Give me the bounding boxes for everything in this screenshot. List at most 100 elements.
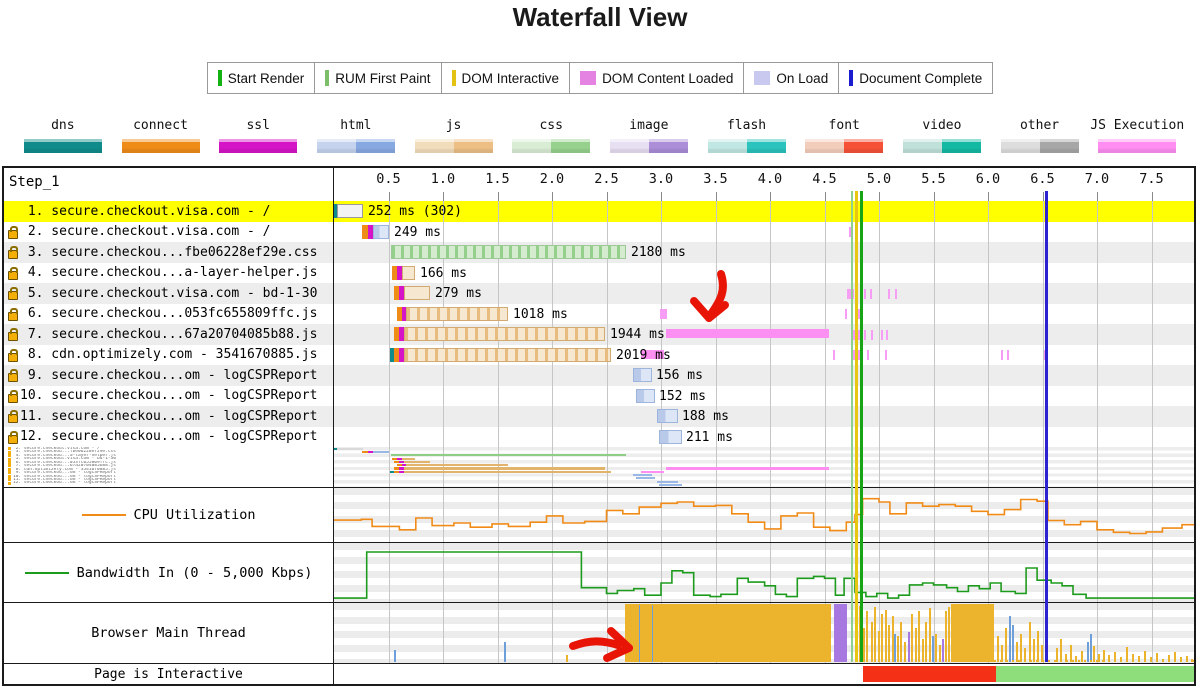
event-legend-item: DOM Interactive (441, 63, 570, 93)
main-thread-spike (925, 622, 927, 662)
lock-icon-glyph (8, 414, 18, 423)
lock-icon (7, 389, 20, 403)
row-stripe (334, 386, 1194, 407)
row-stripe (334, 427, 1194, 448)
event-legend-item: On Load (743, 63, 838, 93)
main-thread-spike (908, 632, 910, 662)
axis-tick-mark (1152, 192, 1153, 201)
request-row[interactable]: 5. secure.checkout.visa.com - bd-1-30 (4, 283, 333, 304)
rum-first-paint-swatch (325, 70, 329, 86)
request-time-label: 252 ms (302) (368, 204, 462, 219)
axis-tick-mark (607, 192, 608, 201)
request-row[interactable]: 6. secure.checkou...053fc655809ffc.js (4, 304, 333, 325)
type-legend-swatch-connect (122, 139, 200, 153)
bandwidth-line-swatch (25, 572, 69, 574)
main-thread-spike (394, 650, 396, 663)
request-row[interactable]: 2. secure.checkout.visa.com - / (4, 222, 333, 243)
main-thread-spike (1037, 631, 1039, 662)
request-row[interactable]: 3. secure.checkou...fbe06228ef29e.css (4, 242, 333, 263)
lock-icon-glyph (8, 312, 18, 321)
dom-content-loaded-mark (853, 330, 855, 340)
row-stripe (334, 201, 1194, 222)
waterfall-bar-exec (666, 329, 829, 338)
bandwidth-chart (334, 543, 1194, 602)
request-label: 2. secure.checkout.visa.com - / (20, 224, 270, 239)
grid-line (934, 201, 935, 447)
row-stripe (334, 406, 1194, 427)
main-thread-spike (1024, 660, 1026, 662)
lock-icon-glyph (8, 332, 18, 341)
grid-line (1152, 603, 1153, 663)
request-row[interactable]: 10. secure.checkou...om - logCSPReport (4, 386, 333, 407)
request-labels-column: 1. secure.checkout.visa.com - / 2. secur… (4, 201, 334, 447)
type-legend-label: JS Execution (1090, 116, 1184, 136)
request-row[interactable]: 12. secure.checkou...om - logCSPReport (4, 427, 333, 448)
main-thread-spike (1078, 660, 1080, 662)
type-legend-label: ssl (246, 116, 269, 136)
grid-line (988, 447, 989, 487)
dom-content-loaded-mark (845, 309, 847, 319)
type-legend-swatch-flash (708, 139, 786, 153)
request-row[interactable]: 8. cdn.optimizely.com - 3541670885.js (4, 345, 333, 366)
main-thread-spike (897, 636, 899, 662)
request-row[interactable]: 9. secure.checkou...om - logCSPReport (4, 365, 333, 386)
main-thread-spike (885, 610, 887, 662)
dom-content-loaded-mark (1007, 350, 1009, 360)
main-thread-spike (1096, 660, 1098, 662)
main-thread-spike (1018, 660, 1020, 662)
main-thread-spike (1036, 660, 1038, 662)
main-thread-spike (918, 611, 920, 662)
main-thread-spike (1084, 660, 1086, 662)
waterfall-bar-doc (337, 204, 363, 218)
grid-line (1097, 447, 1098, 487)
main-thread-spike (1087, 642, 1089, 662)
grid-line (879, 447, 880, 487)
type-legend-item: connect (112, 116, 210, 153)
waterfall-bar-jsS (404, 327, 605, 341)
grid-line (934, 447, 935, 487)
main-thread-spike (1132, 660, 1134, 662)
main-thread-spike (1030, 660, 1032, 662)
main-thread-spike (855, 621, 857, 662)
type-legend-swatch-html (317, 139, 395, 153)
request-label: 1. secure.checkout.visa.com - / (20, 204, 270, 219)
request-row[interactable]: 11. secure.checkou...om - logCSPReport (4, 406, 333, 427)
axis-tick-mark (443, 192, 444, 201)
main-thread-spike (1060, 660, 1062, 662)
main-thread-spike (932, 636, 934, 662)
main-thread-spike (982, 660, 984, 662)
event-legend: Start RenderRUM First PaintDOM Interacti… (0, 62, 1200, 94)
type-legend-item: other (991, 116, 1089, 153)
request-label: 11. secure.checkou...om - logCSPReport (20, 409, 317, 424)
main-thread-spike (935, 634, 937, 663)
request-time-label: 166 ms (420, 266, 467, 281)
event-legend-box: Start RenderRUM First PaintDOM Interacti… (207, 62, 994, 94)
waterfall-bar-jsS (404, 348, 611, 362)
cpu-line-swatch (82, 514, 126, 516)
lock-icon-glyph (8, 291, 18, 300)
condensed-bar (659, 484, 682, 486)
axis-tick-mark (879, 192, 880, 201)
request-label: 10. secure.checkou...om - logCSPReport (20, 388, 317, 403)
grid-line (552, 201, 553, 447)
main-thread-spike (866, 611, 868, 662)
main-thread-spike (1020, 634, 1022, 663)
lock-icon (7, 286, 20, 300)
main-thread-spike (997, 636, 999, 662)
axis-tick-mark (661, 192, 662, 201)
dom-content-loaded-mark (858, 309, 860, 319)
event-legend-label: On Load (776, 71, 828, 86)
type-legend-label: other (1020, 116, 1059, 136)
request-row[interactable]: 4. secure.checkou...a-layer-helper.js (4, 263, 333, 284)
request-row[interactable]: 7. secure.checkou...67a20704085b88.js (4, 324, 333, 345)
event-legend-item: DOM Content Loaded (569, 63, 743, 93)
condensed-bar (373, 451, 389, 453)
type-legend-swatch-ssl (219, 139, 297, 153)
dom-content-loaded-mark (660, 309, 667, 319)
main-thread-block (951, 604, 994, 662)
dom-content-loaded-mark (1001, 350, 1003, 360)
main-thread-spike (1192, 660, 1194, 662)
axis-tick-mark (1097, 192, 1098, 201)
request-row[interactable]: 1. secure.checkout.visa.com - / (4, 201, 333, 222)
main-thread-spike (859, 606, 861, 662)
